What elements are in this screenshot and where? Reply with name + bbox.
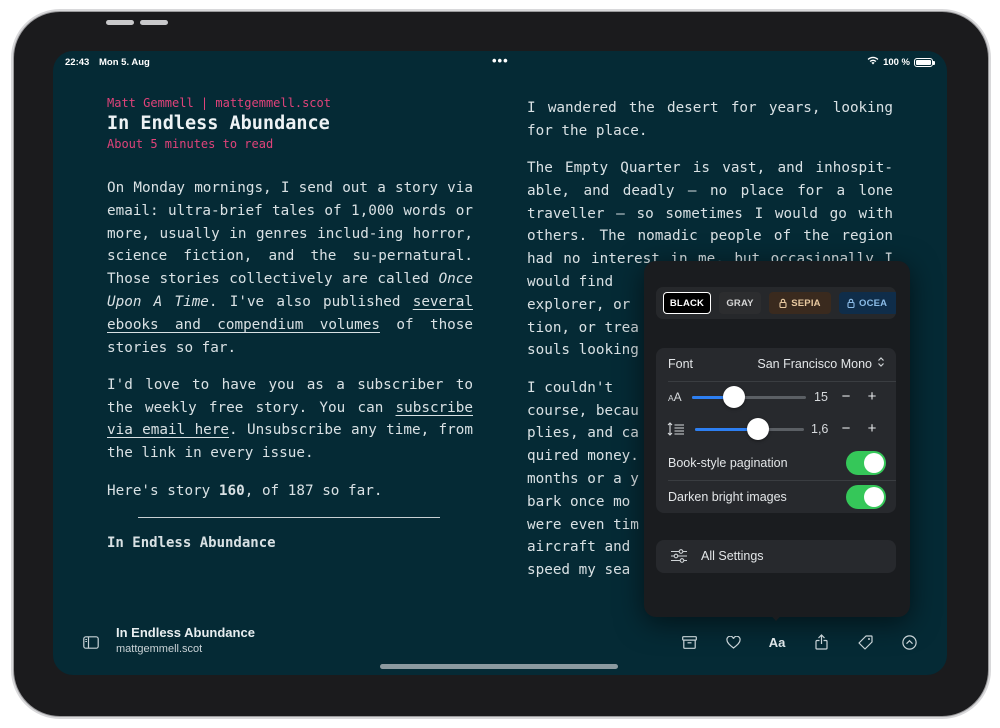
volume-button — [106, 20, 134, 25]
chevron-updown-icon — [877, 355, 885, 374]
theme-picker: BLACK GRAY SEPIA OCEA — [656, 287, 896, 319]
paragraph: On Monday mornings, I send out a story v… — [107, 177, 473, 359]
bottom-toolbar: In Endless Abundance mattgemmell.scot Aa — [53, 617, 947, 675]
screen: 22:43 Mon 5. Aug ••• 100 % Matt Gemmell … — [53, 51, 947, 675]
text-size-row: AA 15 − + — [656, 382, 896, 414]
paragraph: I'd love to have you as a subscriber to … — [107, 374, 473, 465]
text-size-value: 15 — [814, 390, 828, 404]
theme-gray-button[interactable]: GRAY — [719, 292, 761, 314]
status-time: 22:43 — [65, 57, 90, 68]
article-left-column: Matt Gemmell | mattgemmell.scot In Endle… — [107, 95, 473, 555]
theme-label: BLACK — [669, 297, 705, 309]
appearance-button[interactable]: Aa — [765, 630, 789, 654]
paragraph-text: , of 187 so far. — [244, 482, 383, 499]
tag-icon[interactable] — [853, 630, 877, 654]
sidebar-icon[interactable] — [79, 630, 103, 654]
status-date: Mon 5. Aug — [99, 57, 150, 68]
battery-text: 100 % — [883, 56, 910, 68]
status-right: 100 % — [867, 56, 935, 68]
font-label: Font — [668, 357, 694, 371]
section-divider — [138, 516, 440, 519]
chevron-up-circle-icon[interactable] — [897, 630, 921, 654]
share-icon[interactable] — [809, 630, 833, 654]
darken-images-label: Darken bright images — [668, 490, 787, 504]
toggle-knob — [864, 487, 884, 507]
paragraph-text: . I've also published — [208, 293, 413, 310]
line-spacing-decrease-button[interactable]: − — [839, 420, 853, 437]
slider-knob[interactable] — [747, 418, 770, 440]
theme-label: SEPIA — [791, 297, 821, 309]
all-settings-label: All Settings — [701, 549, 764, 563]
text-size-decrease-button[interactable]: − — [839, 388, 853, 405]
typography-settings-card: Font San Francisco Mono AA 15 − + 1,6 − … — [656, 348, 896, 513]
theme-label: GRAY — [726, 297, 754, 309]
pagination-label: Book-style pagination — [668, 456, 788, 470]
story-number: 160 — [218, 482, 245, 499]
line-spacing-icon — [667, 422, 685, 441]
all-settings-button[interactable]: All Settings — [656, 540, 896, 573]
slider-knob[interactable] — [723, 386, 746, 408]
status-bar: 22:43 Mon 5. Aug ••• 100 % — [53, 51, 947, 73]
darken-images-toggle[interactable] — [846, 485, 886, 509]
paragraph-text: On Monday mornings, I send out a story v… — [107, 180, 473, 288]
pagination-toggle[interactable] — [846, 451, 886, 475]
theme-sepia-button[interactable]: SEPIA — [769, 292, 831, 314]
archive-icon[interactable] — [677, 630, 701, 654]
line-spacing-row: 1,6 − + — [656, 414, 896, 446]
line-spacing-value: 1,6 — [811, 422, 829, 436]
text-size-icon: AA — [668, 390, 682, 404]
toolbar-article-source: mattgemmell.scot — [116, 643, 203, 655]
paragraph: Here's story 160, of 187 so far. — [107, 480, 473, 503]
article-title: In Endless Abundance — [107, 113, 330, 134]
text-size-increase-button[interactable]: + — [865, 388, 879, 405]
line-spacing-increase-button[interactable]: + — [865, 420, 879, 437]
multitasking-dots[interactable]: ••• — [492, 53, 509, 68]
theme-black-button[interactable]: BLACK — [663, 292, 711, 314]
lock-icon — [779, 298, 787, 308]
heart-icon[interactable] — [721, 630, 745, 654]
theme-ocean-button[interactable]: OCEA — [839, 292, 896, 314]
pagination-row: Book-style pagination — [656, 447, 896, 480]
read-time: About 5 minutes to read — [107, 137, 274, 151]
volume-button — [140, 20, 168, 25]
lock-icon — [847, 298, 855, 308]
section-title: In Endless Abundance — [107, 535, 276, 552]
font-row[interactable]: Font San Francisco Mono — [656, 348, 896, 381]
paragraph: I wandered the desert for years, looking… — [527, 100, 893, 139]
wifi-icon — [867, 56, 879, 68]
sliders-icon — [670, 549, 688, 568]
home-indicator[interactable] — [380, 664, 618, 669]
paragraph-text: Here's story — [107, 482, 219, 499]
toolbar-article-title: In Endless Abundance — [116, 625, 255, 640]
font-value: San Francisco Mono — [757, 357, 872, 371]
article-byline[interactable]: Matt Gemmell | mattgemmell.scot — [107, 95, 473, 111]
text-size-slider[interactable] — [692, 386, 806, 408]
battery-icon — [914, 57, 935, 67]
theme-label: OCEA — [859, 297, 888, 309]
line-spacing-slider[interactable] — [695, 418, 804, 440]
toggle-knob — [864, 453, 884, 473]
appearance-popover: BLACK GRAY SEPIA OCEA Font San Francisco… — [644, 261, 910, 617]
darken-images-row: Darken bright images — [656, 481, 896, 513]
